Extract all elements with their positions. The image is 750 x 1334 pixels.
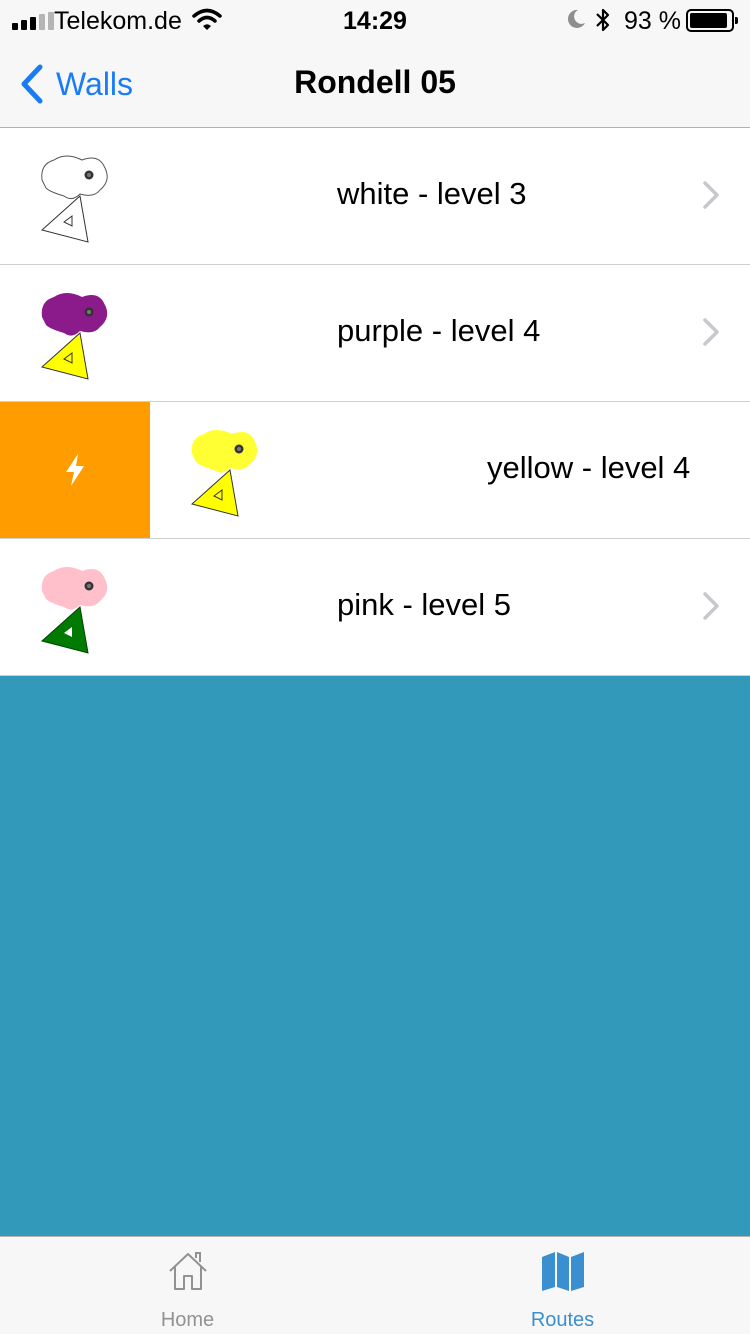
- status-bar: Telekom.de 14:29 93 %: [0, 0, 750, 40]
- tab-routes[interactable]: Routes: [375, 1237, 750, 1334]
- route-hold-image: [36, 287, 116, 383]
- climbing-hold-icon: [40, 567, 108, 654]
- map-icon: [541, 1252, 584, 1291]
- page-title: Rondell 05: [294, 64, 456, 100]
- do-not-disturb-moon-icon: [566, 8, 586, 37]
- route-label: yellow - level 4: [487, 450, 691, 485]
- lightning-icon: [66, 454, 84, 486]
- tab-routes-label: Routes: [530, 1309, 595, 1331]
- route-row-content: yellow - level 4: [150, 402, 750, 538]
- route-row[interactable]: purple - level 4: [0, 265, 750, 402]
- tab-home[interactable]: Home: [0, 1237, 375, 1334]
- home-icon: [168, 1252, 207, 1290]
- battery-icon: [686, 9, 738, 32]
- route-row[interactable]: yellow - level 4: [0, 402, 750, 539]
- route-hold-image: [186, 424, 266, 520]
- climbing-hold-icon: [190, 430, 258, 517]
- route-label: white - level 3: [337, 176, 527, 211]
- route-row[interactable]: white - level 3: [0, 128, 750, 265]
- route-label: purple - level 4: [337, 313, 541, 348]
- route-hold-image: [36, 561, 116, 657]
- chevron-right-icon: [702, 591, 720, 626]
- navigation-bar: Walls Rondell 05: [0, 40, 750, 128]
- bluetooth-icon: [594, 6, 612, 41]
- climbing-hold-icon: [40, 155, 108, 243]
- route-hold-image: [36, 150, 116, 246]
- climbing-hold-icon: [40, 293, 108, 380]
- swipe-action-button[interactable]: [0, 402, 150, 538]
- route-label: pink - level 5: [337, 587, 512, 622]
- route-list: white - level 3 purple - level 4 yellow …: [0, 128, 750, 676]
- route-row-content: white - level 3: [0, 128, 750, 264]
- chevron-right-icon: [702, 180, 720, 215]
- route-row-content: pink - level 5: [0, 539, 750, 675]
- battery-level-fill: [690, 13, 728, 28]
- battery-percent: 93 %: [624, 7, 681, 35]
- tab-bar: Home Routes: [0, 1236, 750, 1334]
- chevron-right-icon: [702, 317, 720, 352]
- tab-home-label: Home: [160, 1309, 215, 1331]
- route-row[interactable]: pink - level 5: [0, 539, 750, 676]
- route-row-content: purple - level 4: [0, 265, 750, 401]
